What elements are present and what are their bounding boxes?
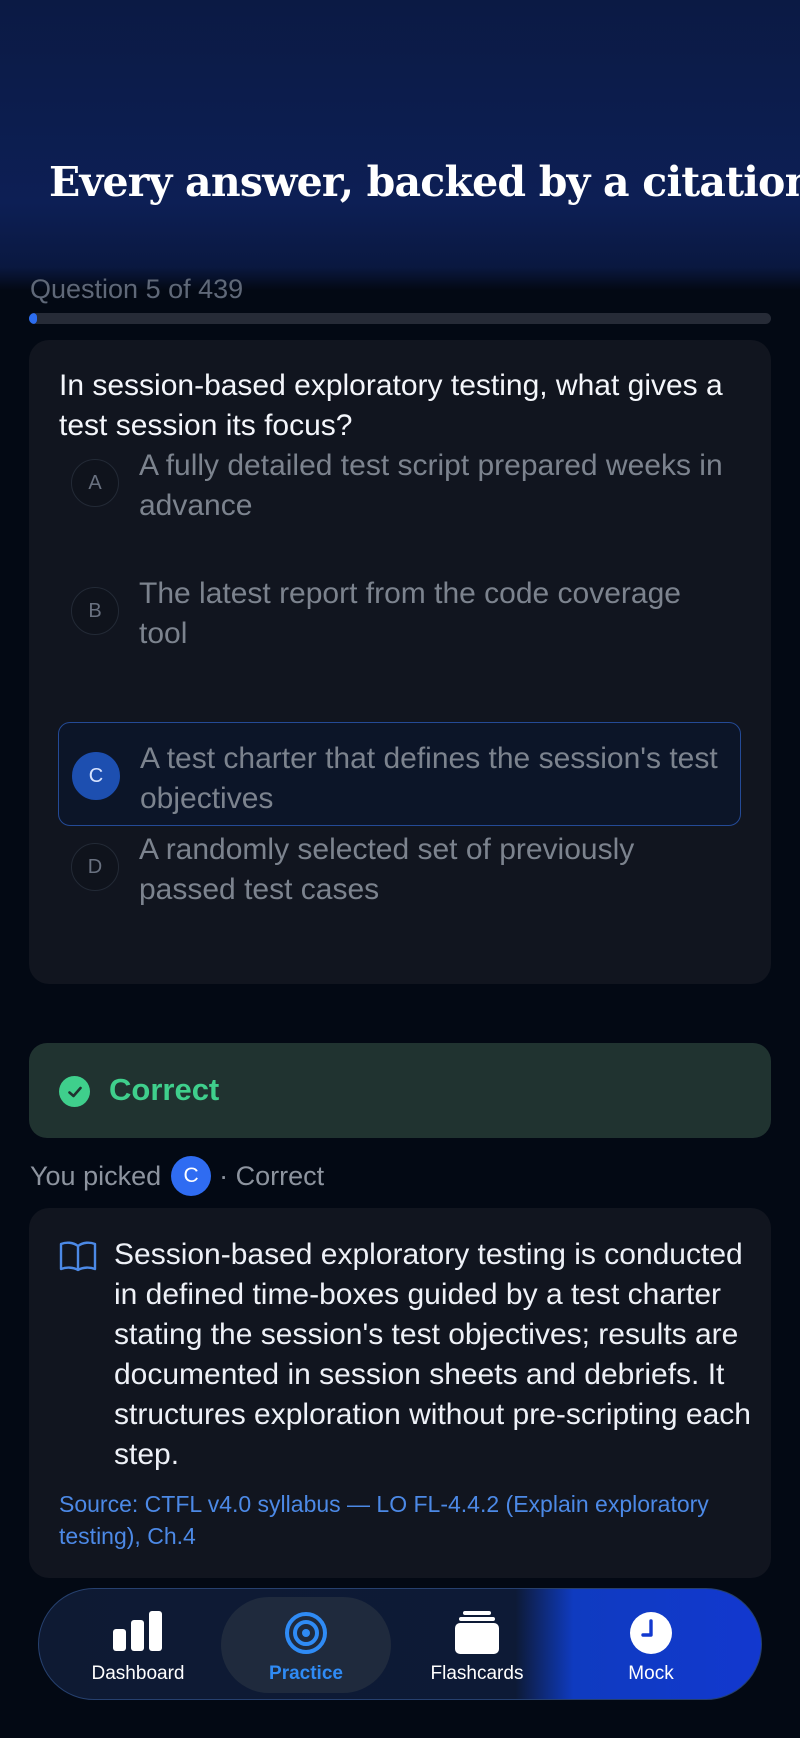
book-icon <box>59 1240 97 1277</box>
nav-label: Practice <box>269 1663 343 1684</box>
progress-bar <box>29 313 771 324</box>
source-citation[interactable]: Source: CTFL v4.0 syllabus — LO FL-4.4.2… <box>59 1488 709 1552</box>
target-icon <box>284 1611 328 1660</box>
check-circle-icon <box>59 1076 90 1107</box>
result-banner: Correct <box>29 1043 771 1138</box>
bar-chart-icon <box>111 1611 165 1656</box>
question-card: In session-based exploratory testing, wh… <box>29 340 771 984</box>
progress-fill <box>29 313 38 324</box>
option-d[interactable]: D A randomly selected set of previously … <box>58 814 741 918</box>
nav-practice[interactable]: Practice <box>221 1597 391 1693</box>
nav-label: Mock <box>628 1663 674 1684</box>
option-text: A test charter that defines the session'… <box>140 742 718 815</box>
option-text: The latest report from the code coverage… <box>139 577 681 650</box>
option-a[interactable]: A A fully detailed test script prepared … <box>58 430 741 534</box>
explanation-card: Session-based exploratory testing is con… <box>29 1208 771 1578</box>
nav-dashboard[interactable]: Dashboard <box>53 1597 223 1693</box>
nav-mock[interactable]: Mock <box>566 1597 736 1693</box>
option-letter: B <box>71 587 119 635</box>
option-b[interactable]: B The latest report from the code covera… <box>58 558 741 662</box>
question-counter: Question 5 of 439 <box>30 274 244 304</box>
bottom-nav: Dashboard Practice Flashcards Mock <box>38 1588 762 1700</box>
picked-suffix: · Correct <box>219 1160 325 1191</box>
option-text: A fully detailed test script prepared we… <box>139 449 723 522</box>
option-c[interactable]: C A test charter that defines the sessio… <box>58 722 741 826</box>
hero-header: Every answer, backed by a citation. <box>0 0 800 290</box>
result-status: Correct <box>109 1072 220 1107</box>
picked-letter-badge: C <box>171 1156 212 1196</box>
clock-icon <box>629 1611 673 1660</box>
option-letter: C <box>72 752 120 800</box>
hero-title: Every answer, backed by a citation. <box>49 158 800 206</box>
option-letter: A <box>71 459 119 507</box>
picked-summary: You picked C · Correct <box>30 1156 324 1196</box>
nav-label: Dashboard <box>91 1663 185 1684</box>
nav-flashcards[interactable]: Flashcards <box>392 1597 562 1693</box>
cards-icon <box>454 1611 500 1660</box>
explanation-text: Session-based exploratory testing is con… <box>114 1238 751 1471</box>
nav-label: Flashcards <box>430 1663 524 1684</box>
picked-prefix: You picked <box>30 1160 162 1191</box>
option-text: A randomly selected set of previously pa… <box>139 833 635 906</box>
option-letter: D <box>71 843 119 891</box>
